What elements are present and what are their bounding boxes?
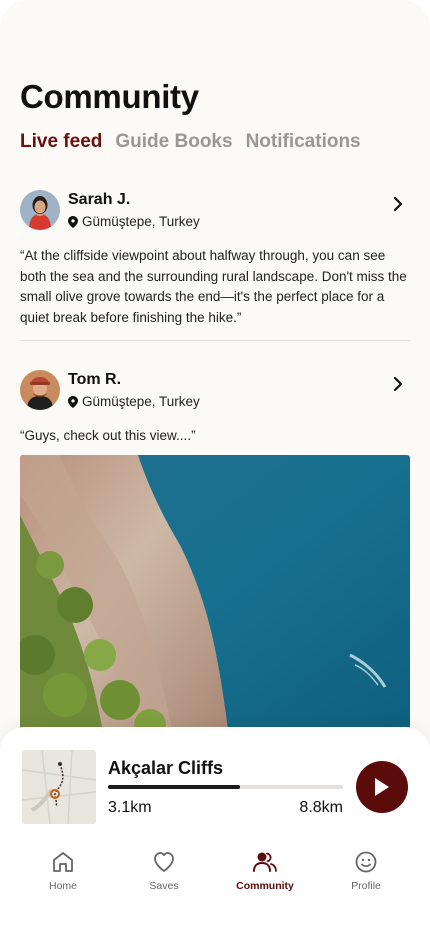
nav-community-label: Community xyxy=(236,880,294,892)
feed-post: Tom R. Gümüştepe, Turkey “Guys, check ou… xyxy=(20,370,410,447)
location-pin-icon xyxy=(68,395,78,408)
play-button[interactable] xyxy=(356,761,408,813)
post-location-text: Gümüştepe, Turkey xyxy=(82,394,200,409)
home-icon xyxy=(53,852,73,872)
location-pin-icon xyxy=(68,215,78,228)
post-text: “At the cliffside viewpoint about halfwa… xyxy=(20,248,407,325)
tab-notifications[interactable]: Notifications xyxy=(246,131,361,153)
trail-name: Akçalar Cliffs xyxy=(108,758,224,778)
trail-player: Akçalar Cliffs 3.1km 8.8km Home Saves Co… xyxy=(0,727,430,932)
feed-post: Sarah J. Gümüştepe, Turkey “At the cliff… xyxy=(20,190,410,328)
smiley-icon xyxy=(355,851,377,873)
post-header[interactable]: Tom R. Gümüştepe, Turkey xyxy=(20,370,410,412)
nav-community[interactable]: Community xyxy=(220,850,310,892)
post-header[interactable]: Sarah J. Gümüştepe, Turkey xyxy=(20,190,410,232)
chevron-right-icon[interactable] xyxy=(390,196,406,212)
nav-profile-label: Profile xyxy=(351,880,381,892)
post-location: Gümüştepe, Turkey xyxy=(68,214,200,229)
trail-progress-bar[interactable] xyxy=(108,785,343,789)
heart-icon xyxy=(154,852,174,872)
post-divider xyxy=(20,340,410,341)
community-screen: Community Live feed Guide Books Notifica… xyxy=(0,0,430,932)
chevron-right-icon[interactable] xyxy=(390,376,406,392)
tab-live-feed[interactable]: Live feed xyxy=(20,131,102,153)
cliff-sea-photo xyxy=(20,455,410,745)
nav-profile[interactable]: Profile xyxy=(321,850,411,892)
feed-tabs: Live feed Guide Books Notifications xyxy=(20,131,361,153)
post-location: Gümüştepe, Turkey xyxy=(68,394,200,409)
play-icon xyxy=(375,778,389,796)
tab-guide-books[interactable]: Guide Books xyxy=(115,131,232,153)
nav-home-label: Home xyxy=(48,880,77,892)
post-photo[interactable] xyxy=(20,455,410,745)
current-distance: 3.1km xyxy=(108,799,152,816)
total-distance: 8.8km xyxy=(299,799,343,816)
nav-saves-label: Saves xyxy=(149,880,179,892)
avatar-tom-image xyxy=(20,370,60,410)
post-text: “Guys, check out this view....” xyxy=(20,428,196,443)
bottom-nav: Home Saves Community Profile xyxy=(0,850,430,910)
avatar[interactable] xyxy=(20,370,60,410)
avatar-sarah-image xyxy=(20,190,60,230)
avatar[interactable] xyxy=(20,190,60,230)
nav-home[interactable]: Home xyxy=(18,850,108,892)
community-icon xyxy=(253,852,277,872)
trail-map-thumbnail[interactable] xyxy=(22,750,96,824)
page-title: Community xyxy=(20,78,199,115)
trail-map-image xyxy=(22,750,96,824)
trail-progress-fill xyxy=(108,785,240,789)
nav-saves[interactable]: Saves xyxy=(119,850,209,892)
post-location-text: Gümüştepe, Turkey xyxy=(82,214,200,229)
post-author[interactable]: Sarah J. xyxy=(68,191,130,209)
post-author[interactable]: Tom R. xyxy=(68,371,121,389)
